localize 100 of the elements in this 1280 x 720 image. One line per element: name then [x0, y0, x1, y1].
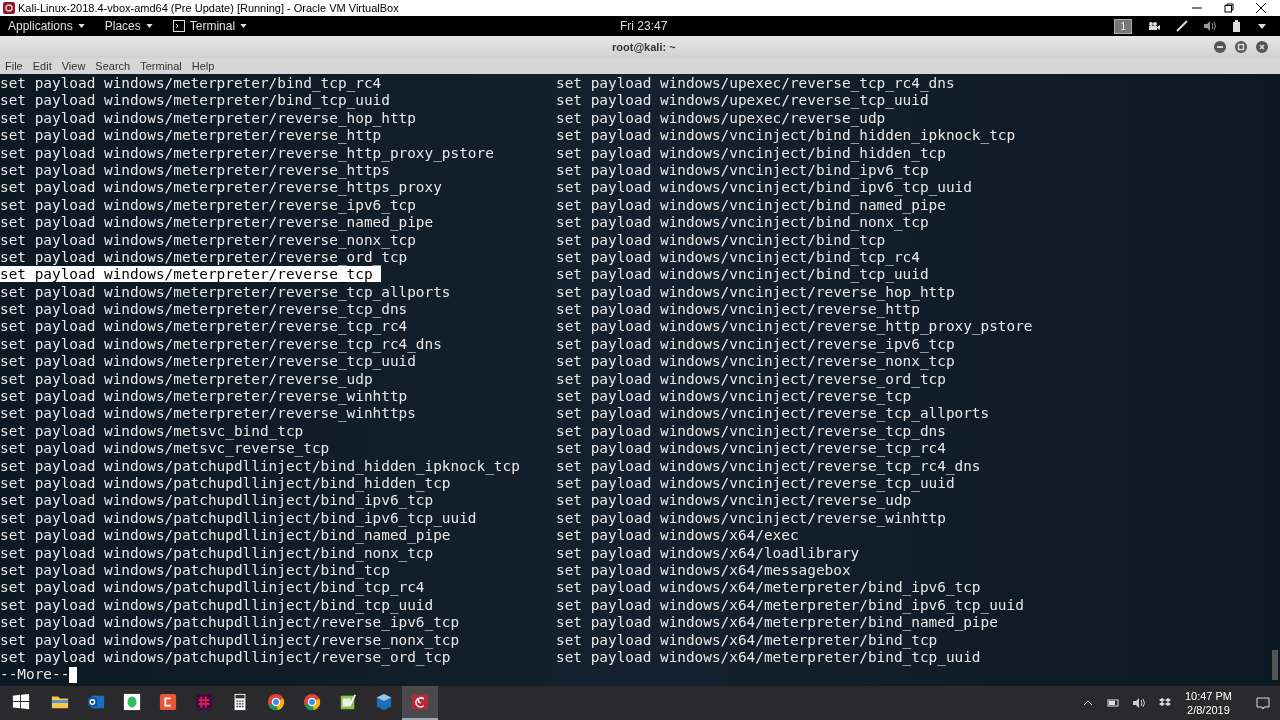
clock-date[interactable]: 2/8/2019 [1187, 703, 1230, 717]
terminal-line: set payload windows/vncinject/reverse_tcp_dns [556, 422, 946, 441]
hash-icon [195, 693, 213, 711]
terminal-line: set payload windows/meterpreter/reverse_http_proxy_pstore [0, 144, 494, 161]
terminal-line: set payload windows/vncinject/bind_ipv6_tcp_uuid [556, 179, 972, 197]
restore-icon[interactable] [1224, 3, 1234, 13]
minimize-icon[interactable] [1214, 41, 1226, 53]
caret-icon [77, 24, 85, 28]
terminal-line: set payload windows/vncinject/bind_hidden_ipknock_tcp [556, 127, 1016, 145]
terminal-line: set payload windows/vncinject/bind_tcp_uuid [556, 266, 929, 284]
terminal-line: set payload windows/meterpreter/reverse_hop_http [0, 109, 416, 126]
terminal-line: set payload windows/meterpreter/reverse_tcp_rc4 [0, 318, 408, 335]
menu-item[interactable]: Help [191, 57, 215, 75]
menu-item[interactable]: Search [95, 57, 131, 75]
panel-menu[interactable]: Terminal [172, 17, 248, 35]
terminal-line: set payload windows/meterpreter/reverse_winhttps [0, 405, 416, 422]
terminal-line: set payload windows/upexec/reverse_tcp_uuid [556, 92, 929, 110]
terminal-line: set payload windows/meterpreter/reverse_tcp_dns [0, 301, 408, 318]
terminal-line: set payload windows/meterpreter/reverse_https [0, 161, 390, 178]
mail-icon [87, 693, 105, 711]
windows-logo-icon [12, 693, 30, 711]
terminal-icon [172, 20, 185, 32]
panel-menu[interactable]: Places [104, 17, 153, 35]
terminal-line: set payload windows/meterpreter/reverse_winhttp [0, 388, 408, 405]
swirl-icon [411, 693, 429, 711]
terminal-line: set payload windows/meterpreter/reverse_tcp_uuid [0, 353, 416, 370]
chevron-up-icon[interactable] [1082, 700, 1093, 706]
menu-item[interactable]: File [5, 57, 23, 75]
terminal-line: set payload windows/meterpreter/reverse_ipv6_tcp [0, 196, 416, 213]
cube-icon [375, 693, 393, 711]
caret-icon[interactable] [1258, 23, 1266, 29]
clock-time[interactable]: 10:47 PM [1184, 689, 1232, 703]
terminal-line: set payload windows/meterpreter/reverse_http [0, 127, 382, 144]
terminal-line: set payload windows/meterpreter/reverse_named_pipe [0, 214, 434, 231]
terminal-line: set payload windows/vncinject/bind_tcp [556, 231, 886, 249]
notification-icon[interactable] [1256, 696, 1270, 710]
letter-tile-icon [159, 693, 177, 711]
caret-icon [240, 24, 248, 28]
menu-item[interactable]: Edit [32, 57, 52, 75]
terminal-line: set payload windows/patchupdllinject/reverse_nonx_tcp [0, 631, 460, 648]
terminal-line: set payload windows/patchupdllinject/bind_nonx_tcp [0, 544, 434, 561]
terminal-line: set payload windows/vncinject/reverse_tcp_rc4_dns [556, 457, 981, 475]
app-logo-icon [3, 2, 15, 14]
panel-menu[interactable]: Applications [8, 17, 85, 35]
terminal-line: set payload windows/upexec/reverse_tcp_rc4_dns [556, 75, 955, 93]
terminal-line: set payload windows/upexec/reverse_udp [556, 109, 886, 128]
caret-icon [145, 24, 153, 28]
round-logo-icon [303, 693, 321, 711]
terminal-title: root@kali: ~ [612, 39, 676, 55]
speaker-icon[interactable] [1132, 698, 1145, 708]
terminal-line: set payload windows/meterpreter/reverse_https_proxy [0, 179, 442, 196]
terminal-line: set payload windows/metsvc_bind_tcp [0, 422, 304, 439]
terminal-line: set payload windows/vncinject/reverse_ipv6_tcp [556, 335, 955, 354]
terminal-line: set payload windows/meterpreter/reverse_ord_tcp [0, 248, 408, 265]
network-icon [1176, 20, 1188, 32]
round-logo-icon [267, 693, 285, 711]
terminal-line: set payload windows/patchupdllinject/bind_hidden_tcp [0, 475, 451, 491]
workspace-indicator[interactable]: 1 [1114, 18, 1132, 34]
terminal-line: set payload windows/metsvc_reverse_tcp [0, 440, 330, 457]
camera-icon [1148, 21, 1160, 31]
terminal-line: set payload windows/patchupdllinject/bind_hidden_ipknock_tcp [0, 457, 520, 474]
terminal-line: set payload windows/x64/meterpreter/bind_tcp [556, 631, 938, 649]
terminal-line: set payload windows/x64/loadlibrary [556, 544, 860, 562]
close-icon[interactable] [1256, 3, 1266, 13]
terminal-line: set payload windows/patchupdllinject/bind_ipv6_tcp [0, 492, 434, 509]
terminal-line: set payload windows/vncinject/reverse_tcp [556, 388, 912, 406]
terminal-line: set payload windows/patchupdllinject/bind_tcp_uuid [0, 596, 434, 613]
terminal-line: set payload windows/patchupdllinject/bind_tcp [0, 561, 390, 578]
terminal-line: set payload windows/meterpreter/reverse_udp [0, 370, 373, 387]
terminal-line: set payload windows/vncinject/reverse_tcp_rc4 [556, 440, 946, 458]
terminal-line: set payload windows/meterpreter/bind_tcp_rc4 [0, 75, 382, 91]
terminal-line: set payload windows/vncinject/bind_named_pipe [556, 196, 946, 215]
terminal-line: set payload windows/x64/meterpreter/bind_ipv6_tcp_uuid [556, 596, 1024, 615]
terminal-line: set payload windows/meterpreter/bind_tcp_uuid [0, 92, 390, 109]
menu-item[interactable]: Terminal [140, 57, 182, 75]
scrollbar-thumb[interactable] [1272, 650, 1278, 680]
terminal-line: set payload windows/vncinject/reverse_tcp_allports [556, 405, 990, 423]
terminal-line: set payload windows/vncinject/reverse_hop_http [556, 283, 955, 302]
terminal-line: set payload windows/meterpreter/reverse_nonx_tcp [0, 231, 416, 248]
pager-prompt: --More-- [0, 666, 70, 684]
terminal-line: set payload windows/x64/messagebox [556, 561, 851, 580]
terminal-line: set payload windows/vncinject/reverse_nonx_tcp [556, 353, 955, 371]
terminal-line: set payload windows/x64/meterpreter/bind_named_pipe [556, 614, 998, 632]
notepad-icon [339, 693, 357, 711]
terminal-line: set payload windows/vncinject/reverse_http [556, 301, 920, 319]
terminal-line: set payload windows/vncinject/reverse_winhttp [556, 509, 946, 528]
text-cursor [69, 667, 78, 683]
terminal-line: set payload windows/patchupdllinject/bind_ipv6_tcp_uuid [0, 509, 477, 526]
terminal-line: set payload windows/vncinject/bind_ipv6_tcp [556, 161, 929, 180]
volume-icon [1204, 21, 1216, 31]
terminal-line: set payload windows/meterpreter/reverse_tcp_allports [0, 283, 451, 300]
terminal-line: set payload windows/patchupdllinject/reverse_ord_tcp [0, 648, 451, 665]
terminal-line: set payload windows/meterpreter/reverse_tcp_rc4_dns [0, 335, 442, 352]
clock[interactable]: Fri 23:47 [620, 17, 668, 35]
terminal-line: set payload windows/vncinject/bind_nonx_tcp [556, 214, 929, 232]
terminal-line: set payload windows/x64/meterpreter/bind_ipv6_tcp [556, 579, 981, 597]
maximize-icon[interactable] [1235, 41, 1247, 53]
terminal-line: set payload windows/vncinject/reverse_tcp_uuid [556, 475, 955, 493]
menu-item[interactable]: View [61, 57, 86, 75]
terminal-line: set payload windows/vncinject/bind_tcp_rc4 [556, 248, 920, 267]
